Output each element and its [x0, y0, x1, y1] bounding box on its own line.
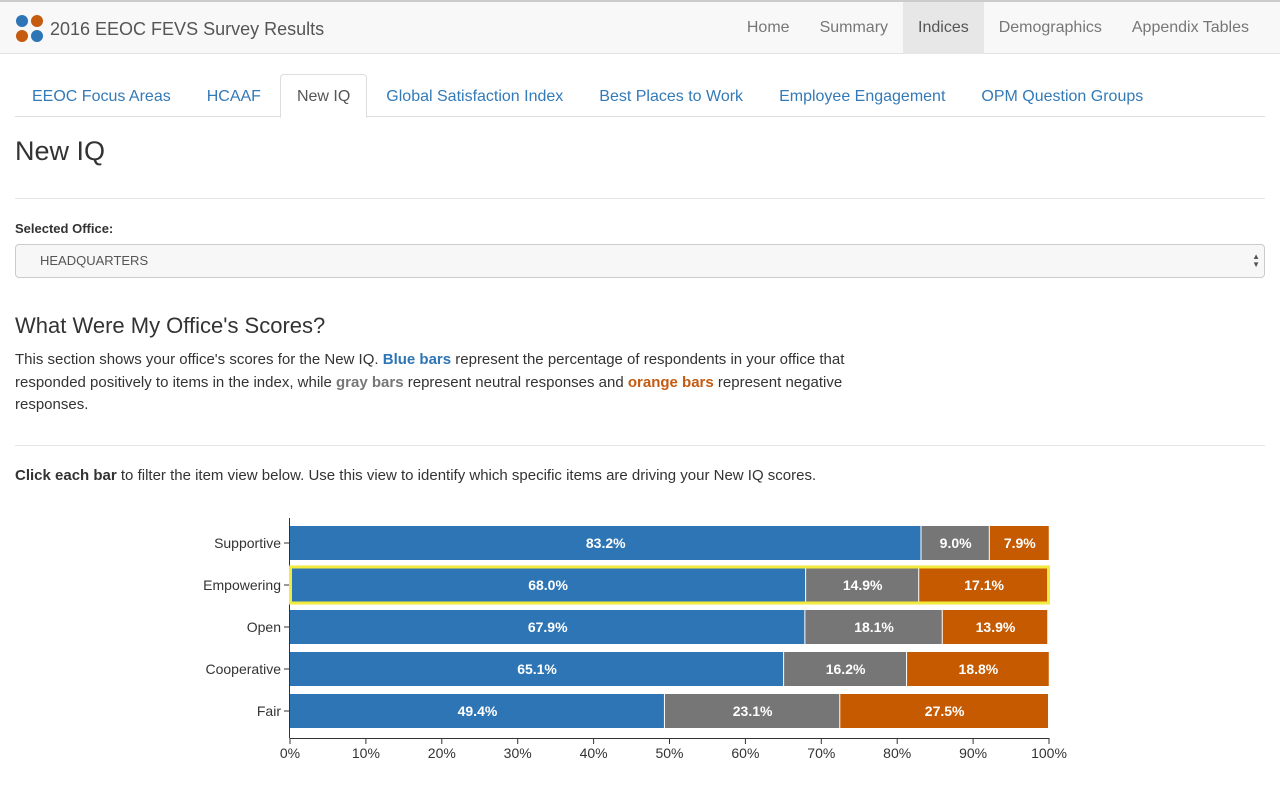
bar-value-label: 67.9% — [528, 619, 568, 635]
desc-text: represent neutral responses and — [403, 373, 628, 391]
click-rest: to filter the item view below. Use this … — [116, 467, 817, 484]
select-arrows-icon: ▲ ▼ — [1252, 252, 1260, 269]
x-tick-label: 30% — [504, 745, 532, 761]
nav-appendix-tables[interactable]: Appendix Tables — [1117, 2, 1264, 54]
bar-value-label: 7.9% — [1004, 535, 1036, 551]
logo-dot — [16, 15, 28, 27]
tab-opm-question-groups[interactable]: OPM Question Groups — [964, 74, 1160, 117]
tab-best-places-to-work[interactable]: Best Places to Work — [582, 74, 760, 117]
nav-home[interactable]: Home — [732, 2, 805, 54]
tab-new-iq[interactable]: New IQ — [279, 74, 368, 118]
bar-value-label: 13.9% — [976, 619, 1016, 635]
bar-value-label: 18.1% — [854, 619, 894, 635]
section-description: This section shows your office's scores … — [15, 349, 855, 417]
x-tick-label: 60% — [731, 745, 759, 761]
tab-hcaaf[interactable]: HCAAF — [190, 74, 278, 117]
bar-value-label: 27.5% — [925, 703, 965, 719]
section-title: What Were My Office's Scores? — [15, 313, 326, 338]
bar-value-label: 18.8% — [959, 661, 999, 677]
logo-dot — [31, 30, 43, 42]
category-label: Fair — [257, 703, 281, 719]
app-title: 2016 EEOC FEVS Survey Results — [50, 18, 325, 39]
main-nav: Home Summary Indices Demographics Append… — [732, 2, 1264, 54]
page-title: New IQ — [15, 136, 106, 166]
tab-employee-engagement[interactable]: Employee Engagement — [762, 74, 962, 117]
logo-dot — [16, 30, 28, 42]
click-bold: Click each bar — [15, 467, 117, 484]
x-tick-label: 100% — [1031, 745, 1067, 761]
nav-demographics[interactable]: Demographics — [984, 2, 1117, 54]
x-tick-label: 70% — [807, 745, 835, 761]
brand[interactable]: 2016 EEOC FEVS Survey Results — [16, 13, 324, 45]
x-tick-label: 0% — [280, 745, 300, 761]
bar-value-label: 17.1% — [964, 577, 1004, 593]
x-tick-label: 90% — [959, 745, 987, 761]
tab-eeoc-focus-areas[interactable]: EEOC Focus Areas — [15, 74, 188, 117]
x-tick-label: 40% — [580, 745, 608, 761]
category-label: Cooperative — [206, 661, 282, 677]
desc-blue-bars: Blue bars — [382, 351, 452, 368]
chart-instructions: Click each bar to filter the item view b… — [15, 467, 816, 484]
divider — [15, 198, 1265, 199]
logo-dot — [31, 15, 43, 27]
bar-value-label: 16.2% — [826, 661, 866, 677]
category-label: Empowering — [203, 577, 281, 593]
x-tick-label: 50% — [655, 745, 683, 761]
bar-value-label: 23.1% — [733, 703, 773, 719]
office-select[interactable]: HEADQUARTERS ▲ ▼ — [15, 244, 1265, 278]
tab-global-satisfaction-index[interactable]: Global Satisfaction Index — [369, 74, 580, 117]
nav-summary[interactable]: Summary — [805, 2, 903, 54]
divider — [15, 445, 1265, 446]
bar-value-label: 49.4% — [458, 703, 498, 719]
new-iq-stacked-bar-chart: Supportive 83.2% 9.0% 7.9% Empowering 68.0% 14… — [203, 518, 1067, 761]
index-tabs: EEOC Focus Areas HCAAF New IQ Global Sat… — [15, 74, 1265, 118]
bar-value-label: 68.0% — [528, 577, 568, 593]
desc-orange-bars: orange bars — [627, 373, 714, 391]
x-tick-label: 20% — [428, 745, 456, 761]
desc-text: This section shows your office's scores … — [15, 351, 383, 368]
nav-indices[interactable]: Indices — [903, 2, 984, 54]
office-label: Selected Office: — [15, 221, 114, 236]
navbar: 2016 EEOC FEVS Survey Results Home Summa… — [0, 0, 1280, 54]
category-label: Supportive — [214, 535, 281, 551]
x-tick-label: 10% — [352, 745, 380, 761]
bar-value-label: 9.0% — [940, 535, 972, 551]
x-tick-label: 80% — [883, 745, 911, 761]
desc-gray-bars: gray bars — [336, 373, 404, 391]
bar-value-label: 65.1% — [517, 661, 557, 677]
category-label: Open — [247, 619, 281, 635]
logo-icon — [16, 15, 44, 43]
bar-value-label: 14.9% — [843, 577, 883, 593]
office-select-value: HEADQUARTERS — [40, 253, 149, 268]
bar-value-label: 83.2% — [586, 535, 626, 551]
